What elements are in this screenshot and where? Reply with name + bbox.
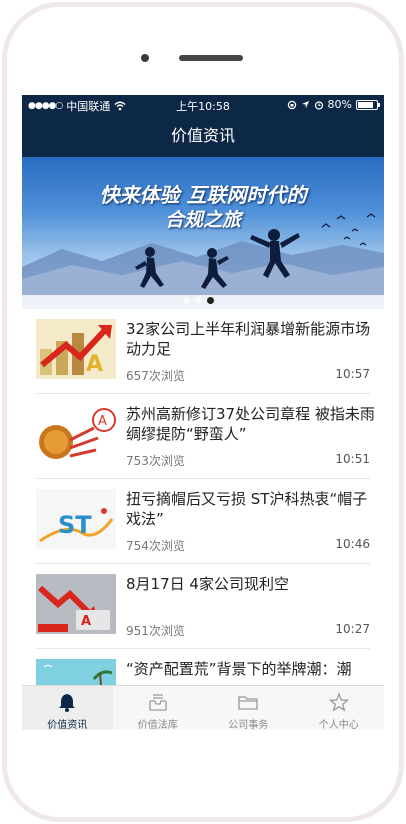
battery-icon [356,99,380,110]
carousel-indicator [183,297,214,304]
page-title: 价值资讯 [22,115,384,157]
tab-label: 价值法库 [137,720,178,730]
carousel-dot[interactable] [195,297,202,304]
banner-carousel[interactable]: 快来体验 互联网时代的 合规之旅 [22,157,384,309]
tab-label: 公司事务 [228,720,269,730]
news-item[interactable]: A 苏州高新修订37处公司章程 被指未雨绸缪提防“野蛮人” 753次浏览 10:… [36,394,375,479]
front-camera [141,54,149,62]
news-title: 扭亏摘帽后又亏损 ST沪科热衷“帽子戏法” [126,490,368,528]
inbox-icon [149,694,167,711]
news-view-count: 657次浏览 [126,369,185,383]
app-screen: ●●●●○ 中国联通 上午10:58 80% 价值资讯 快来体验 互联网时代的 … [22,95,384,730]
speaker-grille [179,55,243,61]
svg-text:ST: ST [58,511,92,539]
status-bar: ●●●●○ 中国联通 上午10:58 80% [22,95,384,115]
news-item[interactable]: ST 扭亏摘帽后又亏损 ST沪科热衷“帽子戏法” 754次浏览 10:46 [36,479,370,564]
tab-value-news[interactable]: 价值资讯 [22,686,113,730]
news-time: 10:27 [335,622,370,636]
news-view-count: 753次浏览 [126,454,185,468]
banner-subheadline: 合规之旅 [164,209,241,231]
svg-text:A: A [98,414,107,429]
news-title: “资产配置荒”背景下的举牌潮：潮 [126,660,352,678]
arrow-chart-icon: A [36,319,116,379]
star-icon [328,692,349,712]
news-time: 10:57 [335,367,370,381]
tab-personal-center[interactable]: 个人中心 [294,686,385,730]
battery-percent: 80% [327,98,352,111]
location-arrow-icon [301,100,309,109]
tab-label: 价值资讯 [47,720,88,730]
news-list: A 32家公司上半年利润暴增新能源市场动力足 657次浏览 10:57 A 苏州… [22,309,384,730]
alarm-icon [314,100,323,110]
svg-text:A: A [86,352,103,377]
bell-icon [59,694,76,712]
st-label-icon: ST [36,489,116,549]
carousel-dot-active[interactable] [207,297,214,304]
a-share-coin-icon: A [36,404,116,464]
news-view-count: 754次浏览 [126,539,185,553]
rotation-lock-icon [287,100,296,109]
carousel-dot[interactable] [183,297,190,304]
tab-label: 个人中心 [318,720,359,730]
banner-headline: 快来体验 互联网时代的 [99,183,307,207]
tab-company-affairs[interactable]: 公司事务 [203,686,294,730]
tab-value-law[interactable]: 价值法库 [113,686,204,730]
news-time: 10:51 [335,452,370,466]
news-title: 8月17日 4家公司现利空 [126,575,289,593]
news-title: 32家公司上半年利润暴增新能源市场动力足 [126,320,371,358]
news-time: 10:46 [335,537,370,551]
falling-arrow-icon: A [36,574,116,634]
news-title: 苏州高新修订37处公司章程 被指未雨绸缪提防“野蛮人” [126,405,375,443]
bottom-tab-bar: 价值资讯 价值法库 公司事务 个人中心 [22,685,384,730]
folder-icon [238,696,258,710]
news-view-count: 951次浏览 [126,624,185,638]
svg-text:A: A [81,614,91,629]
news-item[interactable]: A 32家公司上半年利润暴增新能源市场动力足 657次浏览 10:57 [36,309,370,394]
news-item[interactable]: A 8月17日 4家公司现利空 951次浏览 10:27 [36,564,370,649]
